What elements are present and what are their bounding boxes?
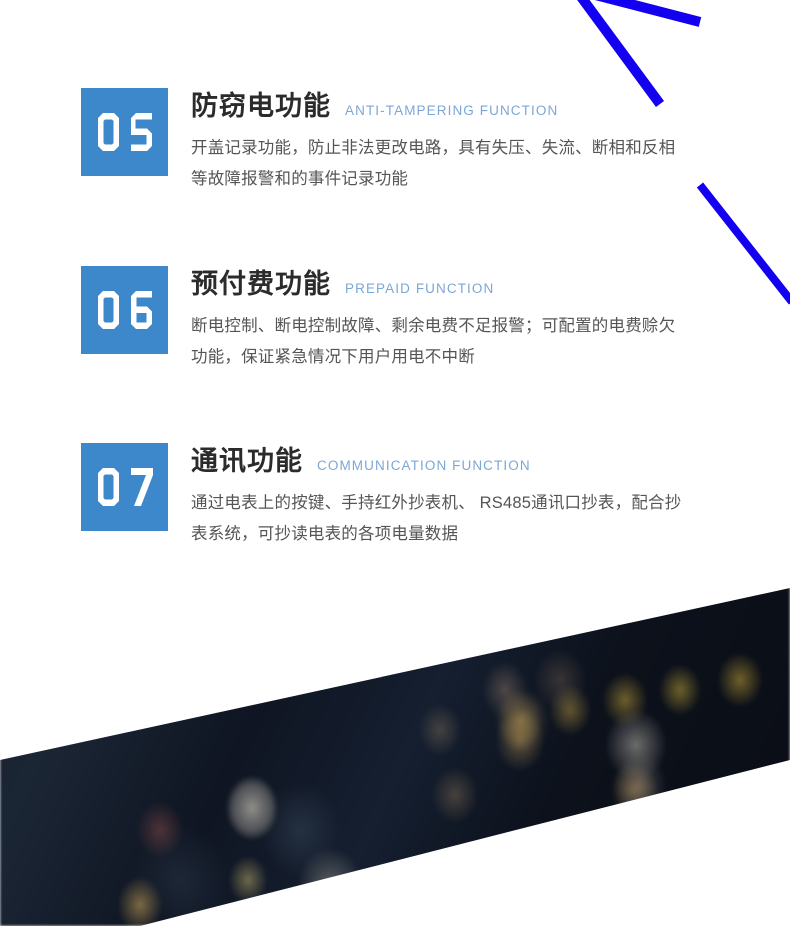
feature-number-badge-05 [81, 88, 168, 176]
digit-06-icon [97, 291, 152, 329]
feature-subtitle-07: COMMUNICATION FUNCTION [317, 458, 531, 473]
diagonal-accent-line-icon [696, 182, 790, 305]
digit-05-icon [97, 113, 152, 151]
feature-text-05: 防窃电功能 ANTI-TAMPERING FUNCTION 开盖记录功能，防止非… [191, 88, 691, 195]
feature-title-07: 通讯功能 [191, 446, 303, 476]
feature-title-05: 防窃电功能 [191, 91, 331, 121]
feature-heading-06: 预付费功能 PREPAID FUNCTION [191, 268, 691, 305]
feature-heading-05: 防窃电功能 ANTI-TAMPERING FUNCTION [191, 90, 691, 127]
feature-title-06: 预付费功能 [191, 269, 331, 299]
feature-item-05: 防窃电功能 ANTI-TAMPERING FUNCTION 开盖记录功能，防止非… [81, 88, 691, 195]
digit-07-icon [97, 468, 153, 506]
feature-description-07: 通过电表上的按键、手持红外抄表机、 RS485通讯口抄表，配合抄表系统，可抄读电… [191, 494, 682, 543]
feature-number-badge-07 [81, 443, 168, 531]
feature-text-07: 通讯功能 COMMUNICATION FUNCTION 通过电表上的按键、手持红… [191, 443, 691, 550]
feature-item-07: 通讯功能 COMMUNICATION FUNCTION 通过电表上的按键、手持红… [81, 443, 691, 550]
feature-description-06: 断电控制、断电控制故障、剩余电费不足报警；可配置的电费赊欠功能，保证紧急情况下用… [191, 317, 676, 366]
feature-subtitle-06: PREPAID FUNCTION [345, 281, 495, 296]
feature-number-badge-06 [81, 266, 168, 354]
feature-text-06: 预付费功能 PREPAID FUNCTION 断电控制、断电控制故障、剩余电费不… [191, 266, 691, 373]
feature-description-05: 开盖记录功能，防止非法更改电路，具有失压、失流、断相和反相等故障报警和的事件记录… [191, 139, 676, 188]
feature-item-06: 预付费功能 PREPAID FUNCTION 断电控制、断电控制故障、剩余电费不… [81, 266, 691, 373]
product-feature-page: 防窃电功能 ANTI-TAMPERING FUNCTION 开盖记录功能，防止非… [0, 0, 790, 926]
feature-heading-07: 通讯功能 COMMUNICATION FUNCTION [191, 445, 691, 482]
feature-subtitle-05: ANTI-TAMPERING FUNCTION [345, 103, 559, 118]
